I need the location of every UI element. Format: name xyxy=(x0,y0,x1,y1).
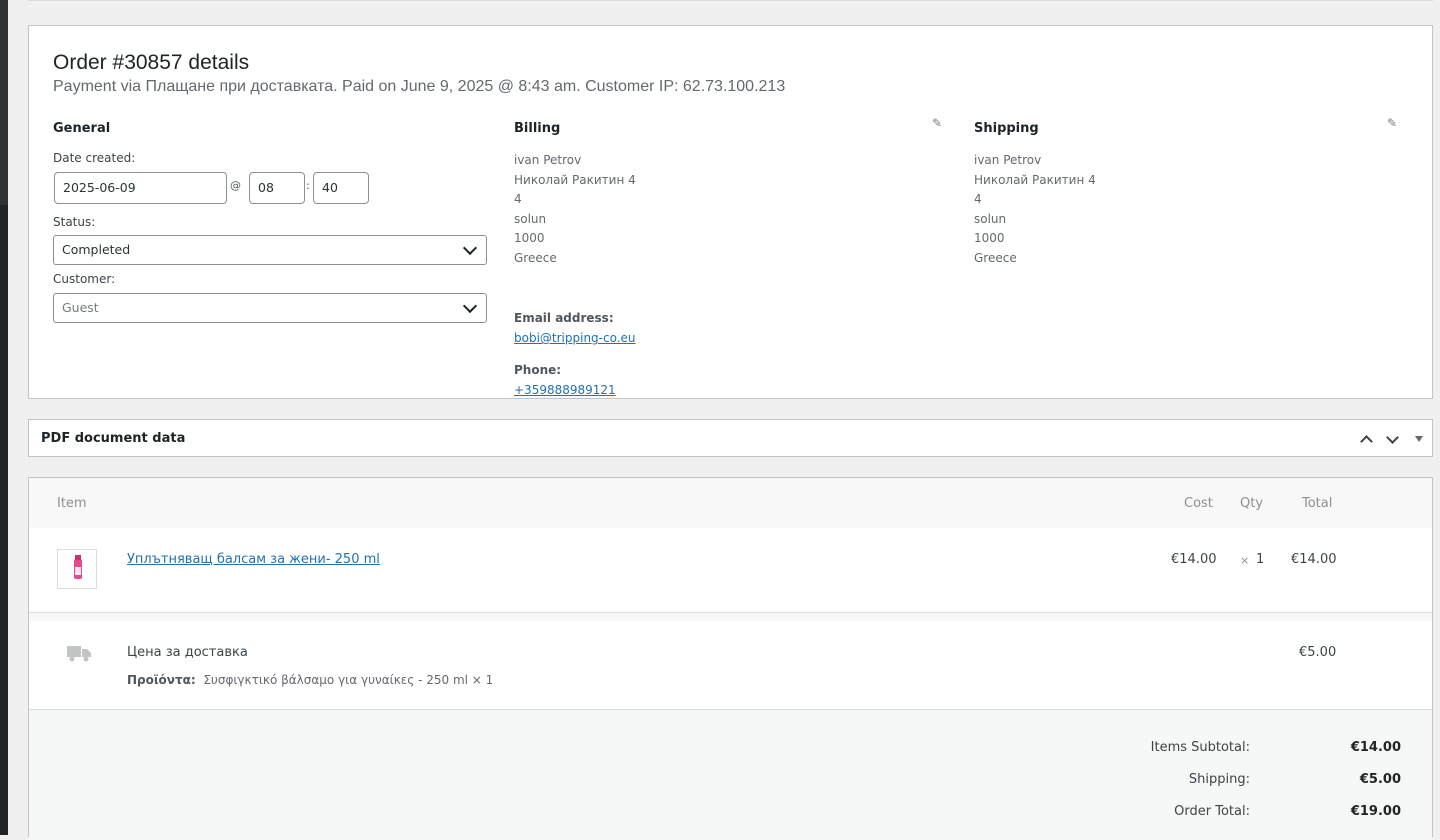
items-table-header: Item Cost Qty Total xyxy=(29,478,1432,528)
shipping-meta-label: Προϊόντα: xyxy=(127,673,196,687)
pencil-icon[interactable]: ✎ xyxy=(929,115,945,131)
items-subtotal-value: €14.00 xyxy=(1350,740,1401,755)
address-line: ivan Petrov xyxy=(974,153,1042,167)
general-heading: General xyxy=(53,121,111,136)
customer-placeholder: Guest xyxy=(62,300,99,315)
shipping-total-value: €5.00 xyxy=(1359,772,1401,787)
cost-column-header: Cost xyxy=(1184,496,1213,511)
minute-input[interactable]: 40 xyxy=(313,172,369,204)
order-meta: Payment via Плащане при доставката. Paid… xyxy=(53,78,786,95)
chevron-down-icon xyxy=(458,294,486,322)
general-column: General Date created: 2025-06-09 @ 08 : … xyxy=(53,121,489,323)
status-label: Status: xyxy=(53,215,96,229)
address-line: 1000 xyxy=(514,231,545,245)
triangle-down-icon[interactable] xyxy=(1415,436,1423,442)
product-thumbnail xyxy=(57,549,97,589)
qty-column-header: Qty xyxy=(1240,496,1264,511)
phone-label: Phone: xyxy=(514,363,562,377)
chevron-down-icon xyxy=(458,236,486,264)
at-sign: @ xyxy=(230,179,241,192)
billing-address: ivan Petrov Николай Ракитин 4 4 solun 10… xyxy=(514,151,636,268)
order-details-panel: Order #30857 details Payment via Плащане… xyxy=(28,25,1433,399)
address-line: 4 xyxy=(514,192,522,206)
shipping-column: Shipping ✎ ivan Petrov Николай Ракитин 4… xyxy=(974,116,1410,265)
address-line: solun xyxy=(974,211,1007,226)
chevron-up-icon[interactable] xyxy=(1357,430,1375,448)
shipping-heading: Shipping xyxy=(974,121,1039,136)
shipping-method-name: Цена за доставка xyxy=(127,645,248,660)
items-subtotal-label: Items Subtotal: xyxy=(1150,740,1250,755)
address-line: 4 xyxy=(974,192,982,206)
shipping-row: Цена за доставка Προϊόντα: Συσφιγκτικό β… xyxy=(29,621,1432,710)
order-total-value: €19.00 xyxy=(1350,804,1401,819)
shipping-meta: Προϊόντα: Συσφιγκτικό βάλσαμο για γυναίκ… xyxy=(127,673,493,687)
chevron-down-icon[interactable] xyxy=(1383,430,1401,448)
billing-heading: Billing xyxy=(514,121,561,136)
pdf-document-panel: PDF document data xyxy=(28,419,1433,457)
qty-multiplier: × xyxy=(1240,554,1250,567)
customer-select[interactable]: Guest xyxy=(53,293,487,323)
order-items-panel: Item Cost Qty Total Уплътняващ балсам за… xyxy=(28,477,1433,840)
table-row: Уплътняващ балсам за жени- 250 ml €14.00… xyxy=(29,528,1432,613)
shipping-address: ivan Petrov Николай Ракитин 4 4 solun 10… xyxy=(974,151,1096,268)
order-title: Order #30857 details xyxy=(53,51,250,74)
customer-label: Customer: xyxy=(53,272,116,286)
address-line: solun xyxy=(514,211,547,226)
item-column-header: Item xyxy=(57,496,87,511)
divider xyxy=(29,613,1432,621)
shipping-total-label: Shipping: xyxy=(1188,772,1250,787)
address-line: Николай Ракитин 4 xyxy=(514,172,636,187)
total-column-header: Total xyxy=(1302,496,1333,511)
product-cost: €14.00 xyxy=(1171,552,1217,567)
product-link[interactable]: Уплътняващ балсам за жени- 250 ml xyxy=(127,552,380,567)
hour-input[interactable]: 08 xyxy=(249,172,305,204)
product-total: €14.00 xyxy=(1291,552,1337,567)
date-created-input[interactable]: 2025-06-09 xyxy=(54,172,227,204)
address-line: 1000 xyxy=(974,231,1005,245)
shipping-line-total: €5.00 xyxy=(1299,645,1337,660)
email-label: Email address: xyxy=(514,311,614,325)
address-line: Greece xyxy=(514,250,557,265)
divider xyxy=(28,0,1433,1)
truck-icon xyxy=(67,646,91,662)
product-qty: 1 xyxy=(1256,552,1265,567)
address-line: Greece xyxy=(974,250,1017,265)
pdf-panel-title[interactable]: PDF document data xyxy=(41,431,185,446)
time-colon: : xyxy=(306,179,310,192)
date-created-label: Date created: xyxy=(53,151,136,165)
admin-sidebar-edge xyxy=(0,0,8,835)
pencil-icon[interactable]: ✎ xyxy=(1384,115,1400,131)
shipping-meta-value: Συσφιγκτικό βάλσαμο για γυναίκες - 250 m… xyxy=(203,673,494,687)
status-value: Completed xyxy=(62,242,131,257)
email-link[interactable]: bobi@tripping-co.eu xyxy=(514,331,636,345)
order-totals: Items Subtotal: €14.00 Shipping: €5.00 O… xyxy=(29,710,1432,840)
billing-column: Billing ✎ ivan Petrov Николай Ракитин 4 … xyxy=(514,116,950,397)
address-line: Николай Ракитин 4 xyxy=(974,172,1096,187)
order-total-label: Order Total: xyxy=(1174,804,1250,819)
address-line: ivan Petrov xyxy=(514,153,582,167)
phone-link[interactable]: +359888989121 xyxy=(514,383,616,397)
status-select[interactable]: Completed xyxy=(53,235,487,265)
